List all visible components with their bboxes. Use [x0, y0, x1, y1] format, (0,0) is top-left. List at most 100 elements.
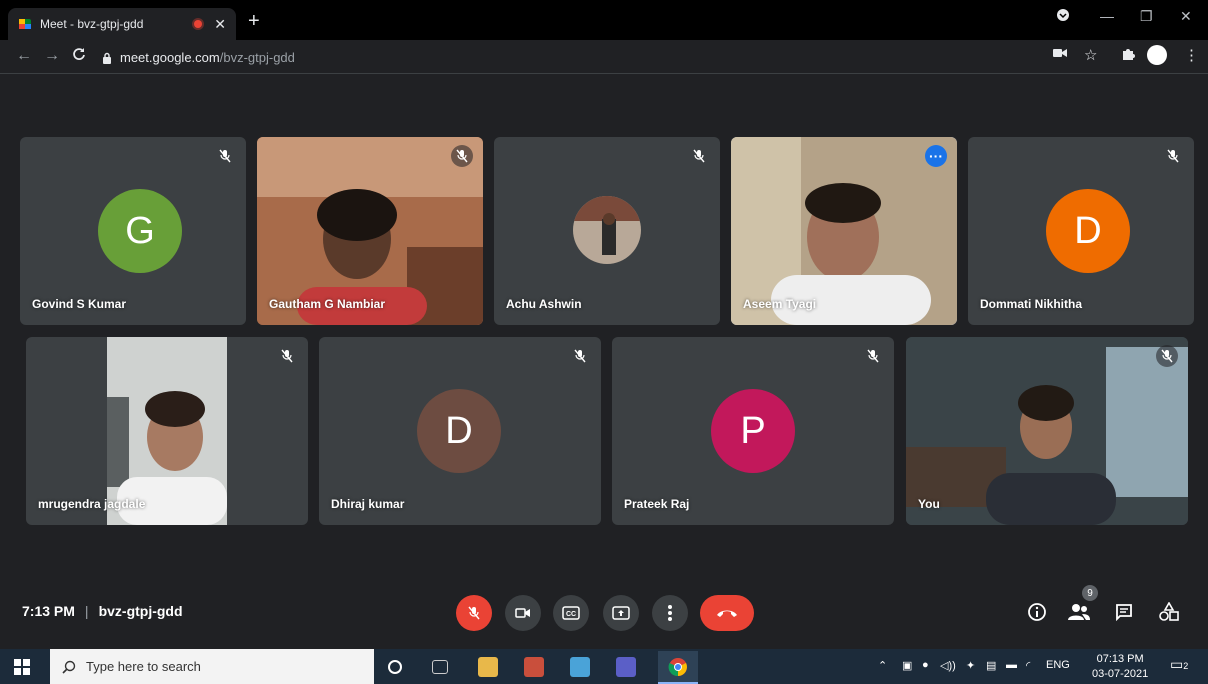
- activities-button[interactable]: [1157, 600, 1181, 624]
- participant-tile-you[interactable]: You: [906, 337, 1188, 525]
- video-feed: [906, 337, 1188, 525]
- camera-in-use-icon[interactable]: [1053, 46, 1067, 63]
- avatar-initial: D: [1074, 209, 1102, 252]
- activities-icon: [1159, 602, 1179, 621]
- avatar-initial: G: [125, 209, 155, 252]
- camera-icon: [515, 608, 530, 618]
- clock-date: 03-07-2021: [1092, 668, 1149, 680]
- task-view-icon[interactable]: [432, 660, 448, 674]
- more-options-button[interactable]: [652, 595, 688, 631]
- meeting-details-button[interactable]: [1025, 600, 1049, 624]
- profile-indicator-icon[interactable]: [1056, 8, 1070, 25]
- meeting-time: 7:13 PM: [22, 603, 75, 619]
- participant-tile-achu[interactable]: Achu Ashwin: [494, 137, 720, 325]
- mic-off-icon: [688, 145, 710, 167]
- participant-tile-dhiraj[interactable]: D Dhiraj kumar: [319, 337, 601, 525]
- tray-app-icon-2[interactable]: ✦: [966, 659, 975, 672]
- extensions-icon[interactable]: [1120, 46, 1136, 66]
- back-button[interactable]: ←: [16, 47, 32, 65]
- chat-icon: [1116, 604, 1132, 621]
- chat-button[interactable]: [1112, 600, 1136, 624]
- windows-start-icon[interactable]: [14, 659, 30, 680]
- wifi-icon[interactable]: ◜: [1026, 659, 1030, 672]
- reload-icon: [73, 48, 85, 60]
- minimize-button[interactable]: —: [1100, 8, 1114, 24]
- screen: Meet - bvz-gtpj-gdd ✕ + — ❐ ✕ ← → meet.g…: [0, 0, 1208, 684]
- kite-app-icon[interactable]: [570, 657, 590, 677]
- mic-off-icon: [862, 345, 884, 367]
- participant-tile-mrugendra[interactable]: mrugendra jagdale: [26, 337, 308, 525]
- chrome-menu-icon[interactable]: ⋮: [1184, 46, 1199, 64]
- close-tab-icon[interactable]: ✕: [214, 16, 226, 33]
- tray-app-icon-3[interactable]: ▤: [986, 659, 996, 672]
- browser-tab-meet[interactable]: Meet - bvz-gtpj-gdd ✕: [8, 8, 236, 40]
- teams-icon[interactable]: [616, 657, 636, 677]
- mic-off-icon: [1162, 145, 1184, 167]
- taskbar-search-field[interactable]: Type here to search: [50, 649, 374, 684]
- captions-icon: CC: [562, 606, 580, 620]
- participant-tile-govind[interactable]: G Govind S Kumar: [20, 137, 246, 325]
- avatar-initial: P: [740, 409, 766, 452]
- search-placeholder: Type here to search: [86, 659, 201, 674]
- participant-name: Aseem Tyagi: [743, 297, 817, 311]
- chrome-taskbar-button[interactable]: [658, 651, 698, 684]
- meet-control-bar: 7:13 PM | bvz-gtpj-gdd CC 9: [0, 580, 1208, 640]
- notifications-icon[interactable]: ▭2: [1170, 656, 1188, 673]
- lock-icon: [103, 52, 111, 64]
- chrome-icon: [668, 658, 687, 677]
- volume-icon[interactable]: ◁)): [940, 659, 956, 672]
- reload-button[interactable]: [72, 47, 86, 66]
- info-icon: [1028, 603, 1046, 621]
- avatar: [573, 259, 641, 325]
- close-window-button[interactable]: ✕: [1180, 8, 1192, 25]
- present-icon: [612, 606, 630, 620]
- profile-avatar[interactable]: [1147, 45, 1167, 65]
- meet-favicon-icon: [19, 19, 31, 29]
- avatar: D: [1046, 189, 1130, 273]
- present-screen-button[interactable]: [603, 595, 639, 631]
- restore-button[interactable]: ❐: [1140, 8, 1153, 25]
- taskbar-clock[interactable]: 07:13 PM 03-07-2021: [1092, 652, 1148, 682]
- microphone-tray-icon[interactable]: ●: [922, 659, 929, 671]
- leave-call-button[interactable]: [700, 595, 754, 631]
- tray-app-icon[interactable]: ▣: [902, 659, 912, 672]
- meeting-details: 7:13 PM | bvz-gtpj-gdd: [22, 603, 183, 619]
- mic-off-icon: [451, 145, 473, 167]
- meeting-code: bvz-gtpj-gdd: [98, 603, 183, 619]
- profile-photo: [573, 196, 641, 264]
- hang-up-icon: [717, 610, 737, 617]
- participant-tile-aseem[interactable]: ··· Aseem Tyagi: [731, 137, 957, 325]
- mic-toggle-button[interactable]: [456, 595, 492, 631]
- browser-tab-bar: Meet - bvz-gtpj-gdd ✕ + — ❐ ✕: [0, 0, 1208, 40]
- cortana-icon[interactable]: [388, 660, 402, 674]
- battery-icon[interactable]: ▬: [1006, 659, 1017, 671]
- mic-off-icon: [1156, 345, 1178, 367]
- avatar: G: [98, 189, 182, 273]
- avatar-initial: D: [445, 409, 473, 452]
- windows-taskbar: Type here to search ⌃ ▣ ● ◁)) ✦ ▤ ▬ ◜ EN…: [0, 649, 1208, 684]
- mic-off-icon: [569, 345, 591, 367]
- forward-button[interactable]: →: [44, 47, 60, 65]
- captions-button[interactable]: CC: [553, 595, 589, 631]
- url-path: /bvz-gtpj-gdd: [219, 50, 295, 65]
- new-tab-button[interactable]: +: [248, 10, 260, 33]
- participant-name: Gautham G Nambiar: [269, 297, 386, 311]
- svg-text:CC: CC: [566, 611, 576, 618]
- file-explorer-icon[interactable]: [478, 657, 498, 677]
- participant-tile-dommati[interactable]: D Dommati Nikhitha: [968, 137, 1194, 325]
- bookmark-star-icon[interactable]: ☆: [1084, 46, 1097, 64]
- url-host: meet.google.com: [120, 50, 220, 65]
- show-hidden-icons[interactable]: ⌃: [878, 659, 887, 672]
- search-icon: [62, 660, 76, 674]
- camera-toggle-button[interactable]: [505, 595, 541, 631]
- participant-tile-gautham[interactable]: Gautham G Nambiar: [257, 137, 483, 325]
- calendar-app-icon[interactable]: [524, 657, 544, 677]
- participant-name: Dhiraj kumar: [331, 497, 405, 511]
- participant-name: Prateek Raj: [624, 497, 690, 511]
- language-indicator[interactable]: ENG: [1046, 659, 1070, 671]
- more-options-icon[interactable]: ···: [925, 145, 947, 167]
- participant-tile-prateek[interactable]: P Prateek Raj: [612, 337, 894, 525]
- participant-name: mrugendra jagdale: [38, 497, 146, 511]
- url-field[interactable]: meet.google.com/bvz-gtpj-gdd: [102, 45, 1036, 70]
- people-button[interactable]: [1067, 600, 1091, 624]
